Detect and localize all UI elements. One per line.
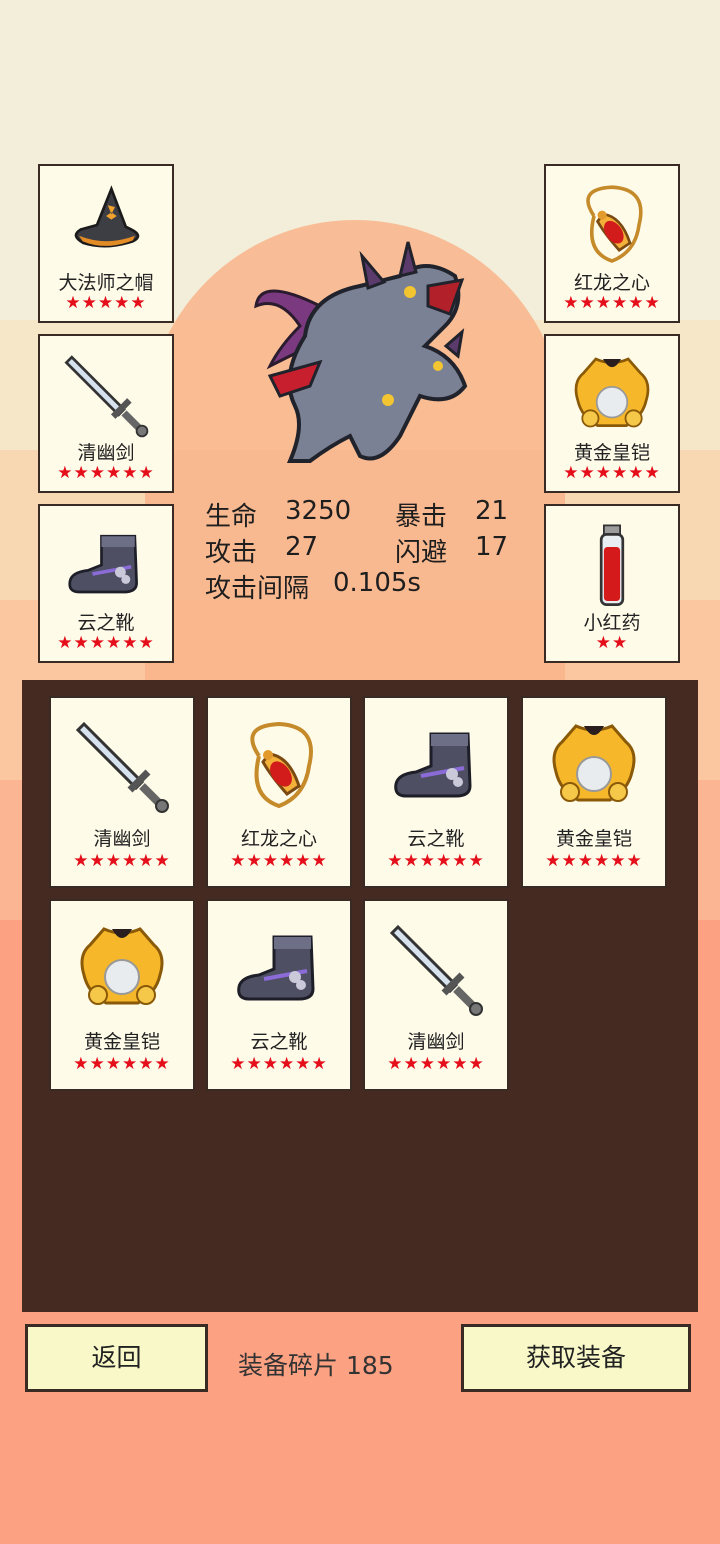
equip-slot-amulet[interactable]: 红龙之心 ★★★★★★ <box>546 166 678 321</box>
item-name: 黄金皇铠 <box>555 828 632 850</box>
item-name: 云之靴 <box>407 828 465 850</box>
shards-value: 185 <box>345 1351 394 1380</box>
gold-armor-icon <box>72 919 172 1019</box>
equip-name: 黄金皇铠 <box>573 442 650 464</box>
item-stars: ★★★★★★ <box>387 851 485 871</box>
interval-label: 攻击间隔 <box>205 574 310 604</box>
sword-icon <box>61 350 151 440</box>
equip-stars: ★★★★★★ <box>57 633 155 653</box>
atk-value: 27 <box>285 532 319 562</box>
sword-icon <box>386 919 486 1019</box>
equip-stars: ★★★★★★ <box>563 463 661 483</box>
item-name: 红龙之心 <box>240 828 317 850</box>
equip-slot-boots[interactable]: 云之靴 ★★★★★★ <box>40 506 172 661</box>
item-name: 清幽剑 <box>407 1031 465 1053</box>
dragon-monster-sprite <box>254 241 468 463</box>
item-stars: ★★★★★★ <box>387 1054 485 1074</box>
interval-value: 0.105s <box>333 568 421 598</box>
inventory-item[interactable]: 清幽剑 ★★★★★★ <box>51 698 193 886</box>
dodge-label: 闪避 <box>395 538 448 568</box>
boot-icon <box>386 716 486 816</box>
inventory-item[interactable]: 清幽剑 ★★★★★★ <box>365 901 507 1089</box>
equip-name: 云之靴 <box>77 612 135 634</box>
equip-slot-weapon[interactable]: 清幽剑 ★★★★★★ <box>40 336 172 491</box>
get-equipment-button[interactable]: 获取装备 <box>464 1327 688 1389</box>
shards-label: 装备碎片 <box>238 1351 339 1380</box>
item-name: 云之靴 <box>250 1031 308 1053</box>
inventory-item[interactable]: 黄金皇铠 ★★★★★★ <box>523 698 665 886</box>
hp-label: 生命 <box>205 502 258 532</box>
atk-label: 攻击 <box>205 538 258 568</box>
equip-stars: ★★★★★★ <box>563 293 661 313</box>
equip-name: 大法师之帽 <box>58 272 154 294</box>
back-button[interactable]: 返回 <box>28 1327 205 1389</box>
item-stars: ★★★★★★ <box>73 1054 171 1074</box>
crit-value: 21 <box>475 496 509 526</box>
gold-armor-icon <box>544 716 644 816</box>
equip-slot-potion[interactable]: 小红药 ★★ <box>546 506 678 661</box>
inventory-item[interactable]: 云之靴 ★★★★★★ <box>208 901 350 1089</box>
equip-slot-armor[interactable]: 黄金皇铠 ★★★★★★ <box>546 336 678 491</box>
item-name: 黄金皇铠 <box>83 1031 160 1053</box>
equip-name: 清幽剑 <box>77 442 135 464</box>
item-name: 清幽剑 <box>93 828 151 850</box>
amulet-icon <box>229 716 329 816</box>
boot-icon <box>61 520 151 610</box>
shard-count: 装备碎片 185 <box>238 1346 394 1382</box>
inventory-item[interactable]: 黄金皇铠 ★★★★★★ <box>51 901 193 1089</box>
item-stars: ★★★★★★ <box>73 851 171 871</box>
wizard-hat-icon <box>61 180 151 270</box>
equip-stars: ★★ <box>595 633 629 653</box>
item-stars: ★★★★★★ <box>230 851 328 871</box>
red-potion-icon <box>567 520 657 610</box>
amulet-icon <box>567 180 657 270</box>
equip-name: 小红药 <box>583 612 641 634</box>
equip-stars: ★★★★★ <box>65 293 147 313</box>
gold-armor-icon <box>567 350 657 440</box>
equip-name: 红龙之心 <box>573 272 650 294</box>
equip-slot-hat[interactable]: 大法师之帽 ★★★★★ <box>40 166 172 321</box>
inventory-item[interactable]: 云之靴 ★★★★★★ <box>365 698 507 886</box>
hp-value: 3250 <box>285 496 352 526</box>
equip-stars: ★★★★★★ <box>57 463 155 483</box>
dodge-value: 17 <box>475 532 509 562</box>
crit-label: 暴击 <box>395 502 448 532</box>
sword-icon <box>72 716 172 816</box>
boot-icon <box>229 919 329 1019</box>
item-stars: ★★★★★★ <box>230 1054 328 1074</box>
inventory-item[interactable]: 红龙之心 ★★★★★★ <box>208 698 350 886</box>
item-stars: ★★★★★★ <box>545 851 643 871</box>
